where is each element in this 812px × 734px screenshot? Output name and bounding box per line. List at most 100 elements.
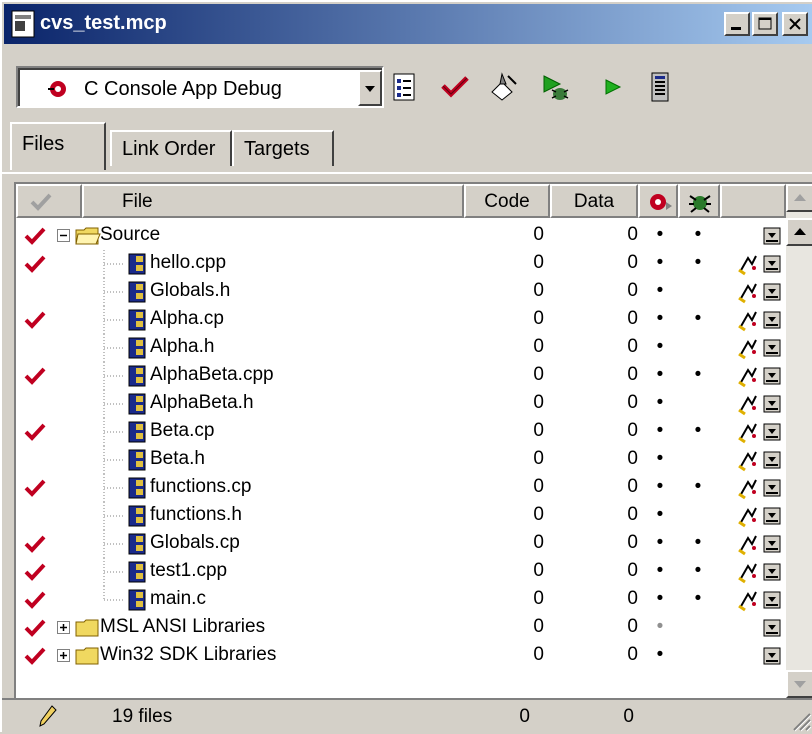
row-menu-icon[interactable]	[762, 338, 784, 358]
file-row[interactable]: functions.h 0 0 •	[16, 502, 786, 530]
target-dot[interactable]: •	[650, 616, 670, 638]
row-menu-icon[interactable]	[762, 618, 784, 638]
row-menu-icon[interactable]	[762, 254, 784, 274]
target-dot[interactable]: •	[650, 644, 670, 666]
debug-info-icon[interactable]	[736, 560, 760, 584]
column-data[interactable]: Data	[550, 184, 638, 218]
target-dot[interactable]: •	[650, 448, 670, 470]
touch-check-icon[interactable]	[24, 562, 46, 582]
debug-icon[interactable]	[538, 70, 572, 104]
touch-check-icon[interactable]	[24, 254, 46, 274]
debug-dot[interactable]: •	[688, 588, 708, 610]
touch-check-icon[interactable]	[24, 310, 46, 330]
expand-icon[interactable]	[56, 642, 72, 670]
scroll-up-button-2[interactable]	[786, 218, 812, 246]
row-menu-icon[interactable]	[762, 646, 784, 666]
resize-grip-icon[interactable]	[790, 710, 812, 732]
column-interfaces[interactable]	[720, 184, 786, 218]
target-dot[interactable]: •	[650, 532, 670, 554]
row-menu-icon[interactable]	[762, 534, 784, 554]
debug-info-icon[interactable]	[736, 364, 760, 388]
tab-files[interactable]: Files	[10, 122, 106, 170]
debug-info-icon[interactable]	[736, 448, 760, 472]
file-row[interactable]: test1.cpp 0 0 • •	[16, 558, 786, 586]
file-row[interactable]: AlphaBeta.h 0 0 •	[16, 390, 786, 418]
target-dot[interactable]: •	[650, 588, 670, 610]
touch-check-icon[interactable]	[24, 534, 46, 554]
target-dot[interactable]: •	[650, 336, 670, 358]
debug-info-icon[interactable]	[736, 588, 760, 612]
row-menu-icon[interactable]	[762, 282, 784, 302]
touch-check-icon[interactable]	[24, 422, 46, 442]
row-menu-icon[interactable]	[762, 226, 784, 246]
target-dropdown-button[interactable]	[358, 70, 382, 106]
target-dot[interactable]: •	[650, 560, 670, 582]
tab-link-order[interactable]: Link Order	[110, 130, 232, 166]
touch-check-icon[interactable]	[24, 226, 46, 246]
debug-info-icon[interactable]	[736, 420, 760, 444]
debug-dot[interactable]: •	[688, 560, 708, 582]
touch-check-icon[interactable]	[24, 366, 46, 386]
row-menu-icon[interactable]	[762, 310, 784, 330]
expand-icon[interactable]	[56, 614, 72, 642]
row-menu-icon[interactable]	[762, 422, 784, 442]
target-dot[interactable]: •	[650, 308, 670, 330]
debug-info-icon[interactable]	[736, 336, 760, 360]
target-settings-icon[interactable]	[388, 70, 422, 104]
file-row[interactable]: main.c 0 0 • •	[16, 586, 786, 614]
column-code[interactable]: Code	[464, 184, 550, 218]
maximize-button[interactable]	[752, 12, 778, 36]
file-row[interactable]: Alpha.h 0 0 •	[16, 334, 786, 362]
scroll-up-button[interactable]	[786, 184, 812, 212]
debug-info-icon[interactable]	[736, 392, 760, 416]
touch-check-icon[interactable]	[24, 478, 46, 498]
target-dot[interactable]: •	[650, 420, 670, 442]
minimize-button[interactable]	[724, 12, 750, 36]
target-dropdown[interactable]: C Console App Debug	[16, 66, 384, 108]
column-file[interactable]: File	[82, 184, 464, 218]
collapse-icon[interactable]	[56, 222, 72, 250]
debug-dot[interactable]: •	[688, 476, 708, 498]
debug-info-icon[interactable]	[736, 476, 760, 500]
touch-check-icon[interactable]	[24, 618, 46, 638]
target-dot[interactable]: •	[650, 504, 670, 526]
title-bar[interactable]: cvs_test.mcp	[4, 4, 812, 44]
file-row[interactable]: MSL ANSI Libraries 0 0 •	[16, 614, 786, 642]
row-menu-icon[interactable]	[762, 506, 784, 526]
file-row[interactable]: AlphaBeta.cpp 0 0 • •	[16, 362, 786, 390]
file-row[interactable]: functions.cp 0 0 • •	[16, 474, 786, 502]
file-row[interactable]: Beta.h 0 0 •	[16, 446, 786, 474]
debug-dot[interactable]: •	[688, 308, 708, 330]
debug-dot[interactable]: •	[688, 224, 708, 246]
file-row[interactable]: Globals.cp 0 0 • •	[16, 530, 786, 558]
file-row[interactable]: Beta.cp 0 0 • •	[16, 418, 786, 446]
vertical-scrollbar[interactable]	[786, 184, 812, 700]
file-row[interactable]: Source 0 0 • •	[16, 222, 786, 250]
target-dot[interactable]: •	[650, 364, 670, 386]
tab-targets[interactable]: Targets	[232, 130, 334, 166]
debug-info-icon[interactable]	[736, 280, 760, 304]
debug-dot[interactable]: •	[688, 532, 708, 554]
target-dot[interactable]: •	[650, 392, 670, 414]
row-menu-icon[interactable]	[762, 394, 784, 414]
debug-dot[interactable]: •	[688, 252, 708, 274]
debug-dot[interactable]: •	[688, 420, 708, 442]
column-debug[interactable]	[638, 184, 678, 218]
column-bug[interactable]	[678, 184, 720, 218]
scroll-down-button[interactable]	[786, 670, 812, 698]
file-row[interactable]: Globals.h 0 0 •	[16, 278, 786, 306]
row-menu-icon[interactable]	[762, 450, 784, 470]
target-dot[interactable]: •	[650, 252, 670, 274]
row-menu-icon[interactable]	[762, 590, 784, 610]
file-row[interactable]: Win32 SDK Libraries 0 0 •	[16, 642, 786, 670]
column-touch[interactable]	[16, 184, 82, 218]
run-icon[interactable]	[596, 70, 630, 104]
row-menu-icon[interactable]	[762, 366, 784, 386]
target-dot[interactable]: •	[650, 280, 670, 302]
project-inspector-icon[interactable]	[644, 70, 678, 104]
debug-info-icon[interactable]	[736, 252, 760, 276]
touch-check-icon[interactable]	[24, 646, 46, 666]
synchronize-check-icon[interactable]	[438, 70, 472, 104]
touch-check-icon[interactable]	[24, 590, 46, 610]
debug-info-icon[interactable]	[736, 504, 760, 528]
